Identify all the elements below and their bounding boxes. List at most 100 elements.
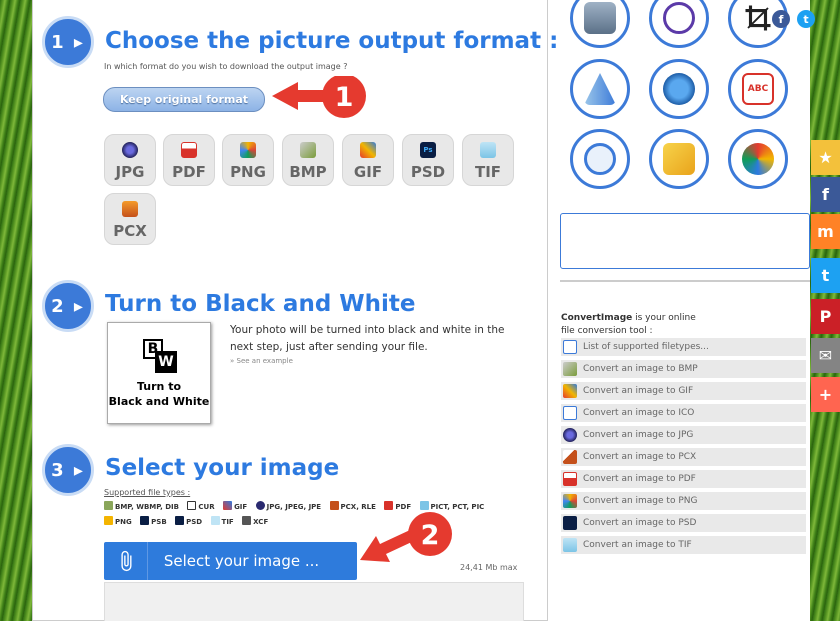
- png-icon: [240, 142, 256, 158]
- intro-text: is your online: [632, 313, 696, 323]
- black-and-white-toggle[interactable]: B W Turn to Black and White: [107, 322, 211, 424]
- tool-resize-button[interactable]: [649, 129, 709, 189]
- sidebar-link-filetypes[interactable]: List of supported filetypes...: [561, 338, 806, 357]
- resize-icon: [663, 143, 695, 175]
- format-pdf-button[interactable]: PDF: [163, 134, 215, 186]
- email-icon[interactable]: ✉: [811, 338, 840, 373]
- sidebar-link-pcx[interactable]: Convert an image to PCX: [561, 448, 806, 467]
- link-label: Convert an image to BMP: [583, 364, 698, 374]
- filetype-item: XCF: [242, 515, 268, 530]
- select-image-button[interactable]: Select your image ...: [104, 542, 357, 580]
- bw-caption: Turn to Black and White: [109, 379, 210, 409]
- ico-icon: [563, 406, 577, 420]
- sidebar-link-jpg[interactable]: Convert an image to JPG: [561, 426, 806, 445]
- format-label: BMP: [289, 163, 327, 181]
- format-label: TIF: [474, 163, 502, 181]
- mix-icon[interactable]: m: [811, 214, 840, 249]
- sidebar-link-tif[interactable]: Convert an image to TIF: [561, 536, 806, 555]
- bw-description: Your photo will be turned into black and…: [230, 324, 505, 353]
- bw-caption-line2: Black and White: [108, 395, 210, 408]
- bmp-icon: [563, 362, 577, 376]
- brand-name: ConvertImage: [561, 313, 633, 323]
- sidebar-link-png[interactable]: Convert an image to PNG: [561, 492, 806, 511]
- black-white-icon: B W: [139, 337, 179, 373]
- tool-info-button[interactable]: [570, 129, 630, 189]
- format-png-button[interactable]: PNG: [222, 134, 274, 186]
- format-gif-button[interactable]: GIF: [342, 134, 394, 186]
- format-psd-button[interactable]: Ps PSD: [402, 134, 454, 186]
- filetype-item: GIF: [223, 500, 247, 515]
- link-label: Convert an image to GIF: [583, 386, 694, 396]
- text-stamp-icon: ABC: [742, 73, 774, 105]
- link-label: Convert an image to TIF: [583, 540, 692, 550]
- rotate-icon: [663, 2, 695, 34]
- sidebar-intro: ConvertImage is your online file convers…: [561, 312, 696, 338]
- step-3-badge: 3 ▸: [42, 444, 94, 496]
- format-pcx-button[interactable]: PCX: [104, 193, 156, 245]
- format-bmp-button[interactable]: BMP: [282, 134, 334, 186]
- sidebar-divider: [560, 280, 810, 282]
- drop-zone[interactable]: [104, 582, 524, 621]
- sidebar-ad-box: [560, 213, 810, 269]
- stamp-icon: [584, 2, 616, 34]
- tool-edit-button[interactable]: [649, 59, 709, 119]
- step-2-badge: 2 ▸: [42, 280, 94, 332]
- format-label: PCX: [113, 222, 147, 240]
- gif-icon: [360, 142, 376, 158]
- link-label: Convert an image to ICO: [583, 408, 695, 418]
- perspective-icon: [584, 73, 616, 105]
- max-size-label: 24,41 Mb max: [460, 563, 518, 572]
- twitter-share-icon[interactable]: t: [811, 258, 840, 293]
- supported-types-label: Supported file types :: [104, 488, 191, 497]
- format-label: JPG: [115, 163, 145, 181]
- step-2-title: Turn to Black and White: [105, 291, 416, 317]
- jpg-icon: [563, 428, 577, 442]
- tool-collage-button[interactable]: [728, 129, 788, 189]
- psd-icon: [563, 516, 577, 530]
- pcx-icon: [122, 201, 138, 217]
- plus-icon[interactable]: +: [811, 377, 840, 412]
- pencil-icon: [663, 73, 695, 105]
- link-label: Convert an image to PNG: [583, 496, 698, 506]
- sidebar-link-psd[interactable]: Convert an image to PSD: [561, 514, 806, 533]
- step-1-badge: 1 ▸: [42, 16, 94, 68]
- tif-icon: [480, 142, 496, 158]
- format-label: GIF: [353, 163, 383, 181]
- annotation-number-2: 2: [421, 520, 440, 551]
- supported-types-list: BMP, WBMP, DIB CUR GIF JPG, JPEG, JPE PC…: [104, 500, 524, 530]
- filetype-item: BMP, WBMP, DIB: [104, 500, 179, 515]
- collage-icon: [742, 143, 774, 175]
- filetype-item: PNG: [104, 515, 132, 530]
- see-example-link[interactable]: » See an example: [230, 357, 293, 365]
- sidebar-link-ico[interactable]: Convert an image to ICO: [561, 404, 806, 423]
- bw-letter-w: W: [155, 351, 177, 373]
- pdf-icon: [563, 472, 577, 486]
- filetype-item: CUR: [187, 500, 215, 515]
- format-label: PDF: [172, 163, 206, 181]
- format-label: PNG: [230, 163, 266, 181]
- tool-perspective-button[interactable]: [570, 59, 630, 119]
- paperclip-icon: [104, 542, 148, 580]
- twitter-icon[interactable]: t: [797, 10, 815, 28]
- annotation-number-1: 1: [335, 82, 354, 113]
- jpg-icon: [122, 142, 138, 158]
- star-icon[interactable]: ★: [811, 140, 840, 175]
- facebook-icon[interactable]: f: [772, 10, 790, 28]
- sidebar-link-bmp[interactable]: Convert an image to BMP: [561, 360, 806, 379]
- sidebar-link-pdf[interactable]: Convert an image to PDF: [561, 470, 806, 489]
- tool-text-button[interactable]: ABC: [728, 59, 788, 119]
- format-jpg-button[interactable]: JPG: [104, 134, 156, 186]
- bmp-icon: [300, 142, 316, 158]
- keep-original-format-button[interactable]: Keep original format: [103, 87, 265, 112]
- format-tif-button[interactable]: TIF: [462, 134, 514, 186]
- link-label: List of supported filetypes...: [583, 342, 709, 352]
- facebook-share-icon[interactable]: f: [811, 177, 840, 212]
- link-label: Convert an image to PSD: [583, 518, 697, 528]
- crop-icon: [745, 5, 771, 31]
- pcx-icon: [563, 450, 577, 464]
- filetype-item: JPG, JPEG, JPE: [255, 500, 321, 515]
- pinterest-icon[interactable]: P: [811, 299, 840, 334]
- link-label: Convert an image to PDF: [583, 474, 696, 484]
- sidebar-link-gif[interactable]: Convert an image to GIF: [561, 382, 806, 401]
- step-1-subtitle: In which format do you wish to download …: [104, 62, 348, 71]
